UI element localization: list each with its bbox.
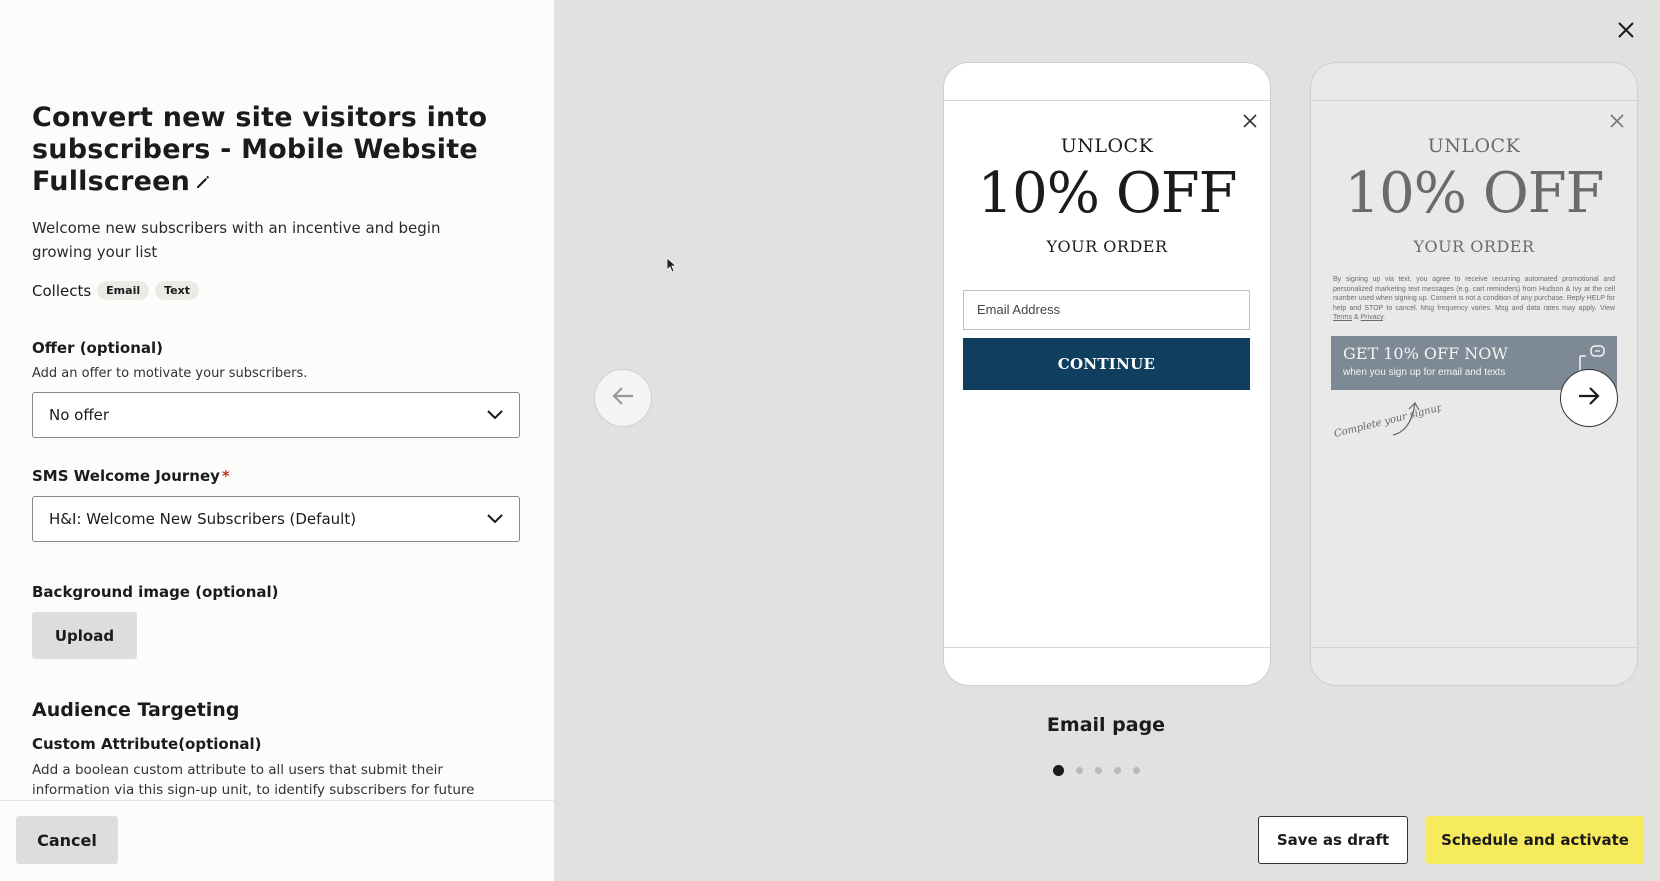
chip-email: Email	[97, 281, 150, 300]
required-mark: *	[221, 467, 230, 485]
your-order-text: YOUR ORDER	[1046, 237, 1168, 256]
chevron-down-icon	[487, 510, 503, 528]
settings-scroll-area[interactable]: Convert new site visitors into subscribe…	[0, 0, 554, 800]
chevron-down-icon	[487, 406, 503, 424]
offer-label: Offer (optional)	[32, 339, 164, 357]
pagination-dot[interactable]	[1133, 767, 1140, 774]
phone-bottom-band	[1311, 647, 1637, 685]
chip-text: Text	[155, 281, 199, 300]
legal-amp: &	[1354, 314, 1359, 321]
journey-label-text: SMS Welcome Journey	[32, 467, 220, 485]
scribble-text: Complete your signup	[1333, 402, 1441, 440]
cta-subtitle: when you sign up for email and texts	[1343, 367, 1506, 378]
custom-attribute-help: Add a boolean custom attribute to all us…	[32, 762, 475, 798]
journey-label: SMS Welcome Journey *	[32, 467, 230, 485]
pencil-icon[interactable]	[194, 167, 212, 188]
pagination-dot[interactable]	[1076, 767, 1083, 774]
pagination-dot[interactable]	[1053, 765, 1064, 776]
terms-link: Terms	[1333, 314, 1353, 321]
page-description: Welcome new subscribers with an incentiv…	[32, 219, 441, 261]
legal-body: By signing up via text, you agree to rec…	[1333, 276, 1615, 312]
cancel-button[interactable]: Cancel	[16, 816, 118, 864]
continue-button: CONTINUE	[963, 338, 1250, 390]
unlock-text: UNLOCK	[1427, 135, 1521, 157]
cta-title: GET 10% OFF NOW	[1343, 344, 1508, 363]
offer-headline: 10% OFF	[1344, 161, 1605, 226]
offer-help: Add an offer to motivate your subscriber…	[32, 366, 308, 381]
arrow-right-icon	[1577, 386, 1601, 410]
settings-panel: Convert new site visitors into subscribe…	[0, 0, 554, 881]
custom-attribute-label: Custom Attribute(optional)	[32, 735, 262, 753]
page-title: Convert new site visitors into subscribe…	[32, 102, 532, 198]
mouse-cursor-icon	[666, 257, 678, 274]
your-order-text: YOUR ORDER	[1413, 237, 1535, 256]
pagination-dots	[1053, 765, 1140, 776]
email-page-preview[interactable]: UNLOCK 10% OFF YOUR ORDER Email Address …	[943, 62, 1271, 686]
close-icon	[1242, 113, 1258, 129]
next-page-button[interactable]	[1560, 369, 1618, 427]
title-text: Convert new site visitors into subscribe…	[32, 102, 488, 197]
unlock-text: UNLOCK	[1060, 135, 1154, 157]
journey-select-value: H&I: Welcome New Subscribers (Default)	[49, 510, 357, 528]
offer-select-value: No offer	[49, 406, 110, 424]
collects-label: Collects	[32, 281, 92, 300]
offer-headline: 10% OFF	[977, 161, 1238, 226]
audience-heading: Audience Targeting	[32, 699, 240, 721]
offer-select[interactable]: No offer	[32, 392, 520, 438]
background-label: Background image (optional)	[32, 583, 279, 601]
schedule-and-activate-button[interactable]: Schedule and activate	[1426, 816, 1644, 864]
save-as-draft-button[interactable]: Save as draft	[1258, 816, 1408, 864]
pagination-dot[interactable]	[1095, 767, 1102, 774]
close-icon	[1609, 113, 1625, 129]
journey-select[interactable]: H&I: Welcome New Subscribers (Default)	[32, 496, 520, 542]
prev-page-button[interactable]	[594, 369, 652, 427]
phone-bottom-band	[944, 647, 1270, 685]
complete-signup-scribble: Complete your signup	[1331, 399, 1445, 459]
upload-button[interactable]: Upload	[32, 612, 137, 659]
collects-row: Collects Email Text	[32, 281, 199, 300]
close-icon[interactable]	[1614, 18, 1638, 42]
sms-legal-text: By signing up via text, you agree to rec…	[1333, 276, 1615, 321]
email-address-field: Email Address	[963, 290, 1250, 330]
preview-page-label: Email page	[1046, 714, 1166, 736]
arrow-left-icon	[611, 386, 635, 410]
phone-top-band	[944, 63, 1270, 101]
privacy-link: Privacy	[1360, 314, 1384, 321]
pagination-dot[interactable]	[1114, 767, 1121, 774]
phone-top-band	[1311, 63, 1637, 101]
